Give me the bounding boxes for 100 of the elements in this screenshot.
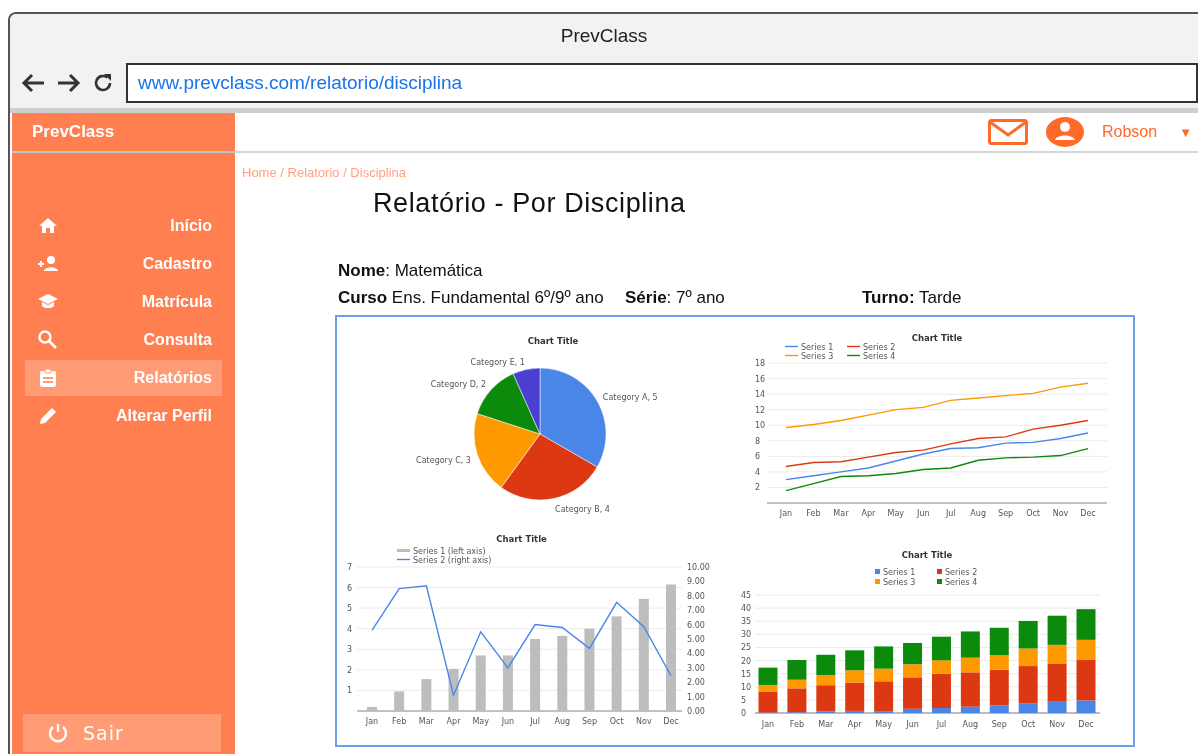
bar [448, 668, 459, 711]
brand-name: PrevClass [12, 113, 235, 153]
tick-label: Aug [554, 717, 571, 726]
tick-label: 4.00 [687, 649, 705, 659]
tick-label: 5 [347, 604, 353, 614]
bar [421, 679, 432, 711]
tick-label: Oct [1021, 720, 1036, 729]
tick-label: 2 [347, 665, 353, 675]
legend-label: Series 2 [945, 567, 978, 577]
tick-label: Jul [936, 720, 947, 729]
mail-icon[interactable] [987, 119, 1028, 145]
data-label: Category C, 3 [416, 456, 471, 466]
tick-label: 2.00 [687, 678, 705, 688]
tick-label: 4 [755, 467, 761, 477]
tick-label: 7 [347, 563, 353, 572]
tick-label: Jan [365, 717, 379, 726]
tick-label: Nov [1049, 720, 1065, 729]
chart-title: Chart Title [901, 550, 953, 560]
tick-label: 4 [347, 624, 353, 634]
tick-label: 5 [741, 695, 747, 705]
caret-icon[interactable]: ▼ [1179, 124, 1192, 140]
tick-label: 6.00 [687, 620, 705, 630]
data-label: Category A, 5 [602, 392, 658, 402]
tick-label: Jun [906, 720, 919, 729]
tick-label: Feb [789, 720, 804, 729]
tick-label: Jun [501, 717, 515, 726]
bar [502, 655, 513, 711]
tick-label: 2 [755, 483, 761, 493]
sidebar-item[interactable]: Início [25, 208, 222, 244]
legend-label: Series 2 (right axis) [413, 555, 492, 565]
tick-label: 1 [347, 686, 353, 696]
sidebar-item[interactable]: Relatórios [25, 360, 222, 396]
chart-title: Chart Title [496, 534, 547, 544]
tick-label: 10 [755, 421, 766, 431]
bar [367, 706, 377, 711]
legend-marker [784, 345, 799, 348]
legend-marker [846, 345, 861, 348]
tick-label: 20 [741, 656, 752, 666]
tick-label: May [887, 509, 905, 518]
chart-title: Chart Title [911, 333, 963, 343]
info-text: Turno: Tarde [862, 287, 962, 308]
tick-label: Aug [970, 509, 986, 518]
legend-marker [397, 549, 410, 552]
tick-label: 1.00 [687, 692, 705, 702]
legend-label: Series 4 [863, 351, 896, 361]
tick-label: Mar [833, 509, 849, 518]
sidebar-item[interactable]: Matrícula [25, 284, 222, 320]
tick-label: 0 [741, 709, 747, 718]
tick-label: 12 [755, 405, 766, 415]
tick-label: 30 [741, 630, 752, 640]
tick-label: 15 [741, 669, 752, 679]
bar [394, 691, 405, 711]
user-name[interactable]: Robson [1101, 123, 1158, 141]
tick-label: May [472, 717, 489, 726]
legend-label: Series 1 [883, 567, 916, 577]
tick-label: Jul [530, 717, 540, 726]
legend-marker [846, 354, 861, 357]
tick-label: 6 [347, 583, 353, 593]
back-icon[interactable] [20, 72, 46, 94]
bar [530, 639, 541, 711]
tick-label: 8.00 [687, 591, 705, 601]
tick-label: Dec [1080, 509, 1096, 518]
page-title: Relatório - Por Disciplina [373, 188, 687, 219]
reload-icon[interactable] [92, 72, 114, 94]
tick-label: Aug [962, 720, 979, 729]
tick-label: Feb [392, 717, 407, 726]
tick-label: Oct [609, 717, 624, 726]
chart-title: Chart Title [527, 336, 579, 346]
tick-label: 5.00 [687, 635, 705, 644]
logout-button[interactable]: Sair [23, 714, 221, 752]
search-icon [37, 329, 59, 351]
tick-label: 3.00 [687, 663, 705, 673]
sidebar-item[interactable]: Cadastro [25, 246, 222, 282]
legend-label: Series 3 [801, 351, 834, 361]
tick-label: Jan [761, 720, 775, 729]
tick-label: Jan [779, 509, 793, 518]
bar [475, 655, 486, 711]
legend-marker [784, 354, 799, 357]
legend-marker [875, 569, 880, 574]
tick-label: 7.00 [687, 606, 705, 616]
breadcrumb[interactable]: Home / Relatorio / Disciplina [242, 165, 1198, 180]
tick-label: Sep [998, 509, 1014, 518]
legend-label: Series 4 [945, 577, 978, 587]
legend-marker [875, 579, 880, 584]
address-field[interactable]: www.prevclass.com/relatorio/disciplina [126, 63, 1198, 103]
data-label: Category E, 1 [470, 358, 525, 367]
bar [1076, 609, 1096, 640]
tick-label: Apr [847, 720, 862, 729]
pencil-icon [37, 405, 59, 427]
tick-label: 25 [741, 643, 752, 653]
sidebar-item[interactable]: Consulta [25, 322, 222, 358]
data-label: Category D, 2 [430, 380, 487, 390]
user-icon[interactable] [1045, 117, 1084, 147]
tick-label: Feb [806, 509, 821, 518]
tick-label: 9.00 [687, 577, 705, 587]
tick-label: Oct [1026, 509, 1040, 518]
forward-icon[interactable] [56, 72, 82, 94]
sidebar-item[interactable]: Alterar Perfil [25, 398, 222, 434]
tick-label: 40 [741, 604, 752, 614]
tick-label: 16 [755, 374, 766, 384]
